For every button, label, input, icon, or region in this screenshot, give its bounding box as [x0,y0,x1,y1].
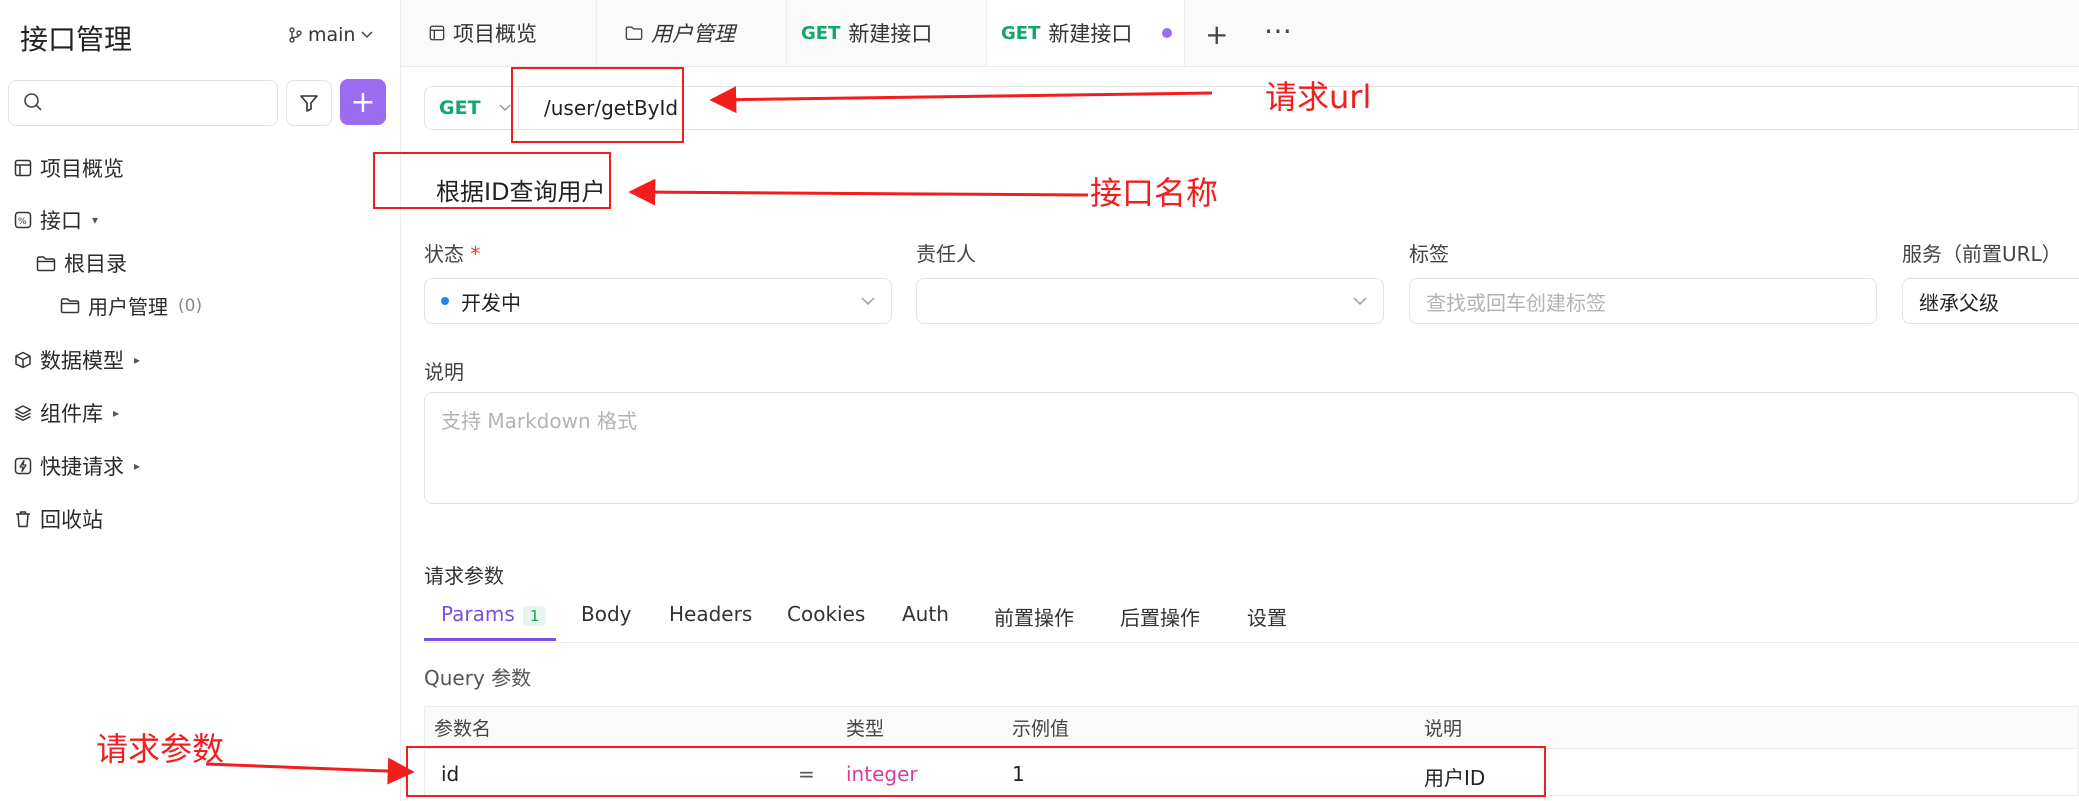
name-arrow [628,178,1089,206]
params-arrow [205,757,415,785]
url-arrow [709,86,1213,114]
params-annotation: 请求参数 [96,730,225,768]
name-annotation: 接口名称 [1090,174,1219,212]
url-annotation: 请求url [1265,78,1372,116]
annotation-arrows [205,86,1213,785]
